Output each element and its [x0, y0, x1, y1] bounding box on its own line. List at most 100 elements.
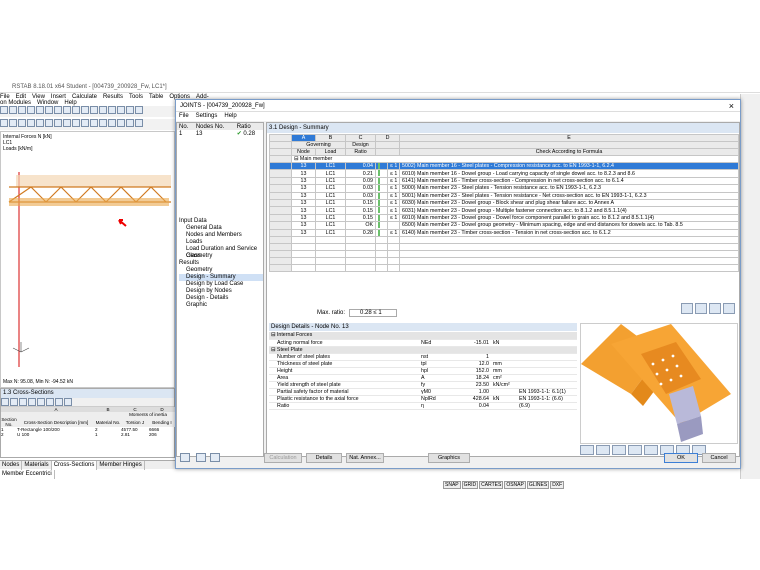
table-row[interactable]: 13 LC1 0.21 ≤ 1 6010) Main member 16 - Dowel…: [269, 169, 739, 178]
toolbar-icon[interactable]: [81, 119, 89, 127]
nav-tree-item[interactable]: Design - Summary: [179, 274, 263, 281]
table-row[interactable]: 13 LC1 0.15 ≤ 1 6030) Main member 23 - Dowel…: [269, 199, 739, 208]
eye-icon[interactable]: [681, 303, 693, 314]
toolbar-icon[interactable]: [45, 106, 53, 114]
table-row[interactable]: 13 LC1 0.09 ≤ 1 6141) Main member 16 - Timbe…: [269, 176, 739, 186]
menu-item[interactable]: Table: [149, 94, 163, 100]
nav-tree-item[interactable]: Loads: [179, 239, 263, 246]
toolbar-icon[interactable]: [18, 119, 26, 127]
details-row[interactable]: Ratio η 0.04 (6.9): [269, 402, 577, 410]
load-icon[interactable]: [196, 453, 206, 462]
table-row[interactable]: 13 LC1 0.15 ≤ 1 6010) Main member 23 - Dowel…: [269, 213, 739, 223]
toolbar-icon[interactable]: [36, 106, 44, 114]
toolbar-icon[interactable]: [1, 398, 9, 406]
toolbar-icon[interactable]: [99, 119, 107, 127]
table-row[interactable]: 13 LC1 0.28 ≤ 1 6140) Main member 23 - Timbe…: [269, 228, 739, 238]
details-row[interactable]: Height hpl 152.0 mm: [269, 367, 577, 375]
tab[interactable]: Member Eccentrici: [0, 470, 55, 479]
details-button[interactable]: Details: [306, 453, 342, 463]
toolbar-icon[interactable]: [36, 119, 44, 127]
toolbar-icon[interactable]: [72, 106, 80, 114]
ok-button[interactable]: OK: [664, 453, 698, 463]
details-row[interactable]: Area A 18.24 cm²: [269, 374, 577, 382]
close-icon[interactable]: ×: [729, 101, 734, 111]
toolbar-icon[interactable]: [27, 119, 35, 127]
calculation-button[interactable]: Calculation: [264, 453, 302, 463]
status-toggle[interactable]: GRID: [461, 481, 479, 489]
toolbar-icon[interactable]: [63, 119, 71, 127]
table-row[interactable]: 13 LC1 0.03 ≤ 1 5001) Main member 23 - Steel…: [269, 191, 739, 201]
nav-tree-item[interactable]: Nodes and Members: [179, 232, 263, 239]
dialog-menu-item[interactable]: Settings: [196, 113, 218, 119]
details-row[interactable]: Yield strength of steel plate fy 23.50 kN/c…: [269, 381, 577, 389]
toolbar-icon[interactable]: [90, 106, 98, 114]
toolbar-icon[interactable]: [27, 106, 35, 114]
status-toggle[interactable]: CARTES: [479, 481, 504, 489]
toolbar-icon[interactable]: [45, 119, 53, 127]
toolbar-icon[interactable]: [81, 106, 89, 114]
nav-tree-item[interactable]: Load Duration and Service Class: [179, 246, 263, 259]
details-row[interactable]: Number of steel plates nst 1: [269, 353, 577, 361]
toolbar-icon[interactable]: [135, 106, 143, 114]
table-row[interactable]: 13 LC1 0.04 ≤ 1 5002) Main member 16 - Steel…: [269, 161, 739, 171]
graphics-button[interactable]: Graphics: [428, 453, 470, 463]
toolbar-icon[interactable]: [117, 106, 125, 114]
toolbar-icon[interactable]: [54, 106, 62, 114]
toolbar-icon[interactable]: [126, 106, 134, 114]
tab[interactable]: Member Hinges: [97, 461, 145, 470]
status-toggle[interactable]: GLINES: [526, 481, 550, 489]
help-icon[interactable]: [180, 453, 190, 462]
nav-tree-item[interactable]: Results: [179, 260, 263, 267]
details-row[interactable]: Plastic resistance to the axial force Npl…: [269, 395, 577, 403]
save-icon[interactable]: [210, 453, 220, 462]
toolbar-icon[interactable]: [37, 398, 45, 406]
nav-tree-item[interactable]: Design by Nodes: [179, 288, 263, 295]
joint-3d-graphic[interactable]: [580, 323, 738, 444]
toolbar-icon[interactable]: [10, 398, 18, 406]
toolbar-icon[interactable]: [0, 119, 8, 127]
toolbar-icon[interactable]: [9, 106, 17, 114]
details-row[interactable]: Acting normal force NEd -15.01 kN: [269, 339, 577, 347]
dialog-menu-item[interactable]: File: [179, 113, 189, 119]
details-row[interactable]: Partial safety factor of material γM0 1.00…: [269, 388, 577, 396]
cancel-button[interactable]: Cancel: [702, 453, 736, 463]
nav-tree-item[interactable]: Geometry: [179, 253, 263, 260]
toolbar-icon[interactable]: [108, 119, 116, 127]
table-row[interactable]: 13 LC1 0.03 ≤ 1 5000) Main member 23 - Steel…: [269, 184, 739, 193]
toolbar-icon[interactable]: [90, 119, 98, 127]
nav-tree-item[interactable]: Input Data: [179, 218, 263, 225]
dialog-menu-item[interactable]: Help: [224, 113, 236, 119]
details-row[interactable]: Thickness of steel plate tpl 12.0 mm: [269, 360, 577, 368]
nav-tree-item[interactable]: Graphic: [179, 302, 263, 309]
toolbar-icon[interactable]: [72, 119, 80, 127]
filter-icon[interactable]: [709, 303, 721, 314]
model-canvas[interactable]: Internal Forces N [kN] LC1 Loads [kN/m] …: [0, 131, 175, 388]
nat-annex-button[interactable]: Nat. Annex...: [346, 453, 384, 463]
nav-tree-item[interactable]: General Data: [179, 225, 263, 232]
status-toggle[interactable]: DXF: [550, 481, 565, 489]
toolbar-icon[interactable]: [135, 119, 143, 127]
nav-tree-item[interactable]: Design by Load Case: [179, 281, 263, 288]
nav-tree-item[interactable]: Design - Details: [179, 295, 263, 302]
toolbar-icon[interactable]: [54, 119, 62, 127]
table-row[interactable]: 13 LC1 0.15 ≤ 1 6031) Main member 23 - Dowel…: [269, 206, 739, 215]
menu-item[interactable]: Tools: [129, 94, 143, 100]
status-toggle[interactable]: SNAP: [443, 481, 461, 489]
toolbar-icon[interactable]: [99, 106, 107, 114]
toolbar-icon[interactable]: [9, 119, 17, 127]
table-row[interactable]: 2 U 100 1 2.81 206: [1, 432, 175, 437]
export-icon[interactable]: [723, 303, 735, 314]
toolbar-icon[interactable]: [18, 106, 26, 114]
toolbar-icon[interactable]: [55, 398, 63, 406]
nav-tree-item[interactable]: Geometry: [179, 267, 263, 274]
relationship-icon[interactable]: [695, 303, 707, 314]
toolbar-icon[interactable]: [64, 398, 72, 406]
toolbar-icon[interactable]: [126, 119, 134, 127]
toolbar-icon[interactable]: [46, 398, 54, 406]
toolbar-icon[interactable]: [117, 119, 125, 127]
tab[interactable]: Cross-Sections: [51, 461, 98, 470]
table-row[interactable]: 13 LC1 OK 6500) Main member 23 - Dowel grou…: [269, 221, 739, 230]
status-toggle[interactable]: OSNAP: [504, 481, 526, 489]
table-row[interactable]: 1 13 ✔ 0.28: [177, 130, 263, 138]
toolbar-icon[interactable]: [108, 106, 116, 114]
